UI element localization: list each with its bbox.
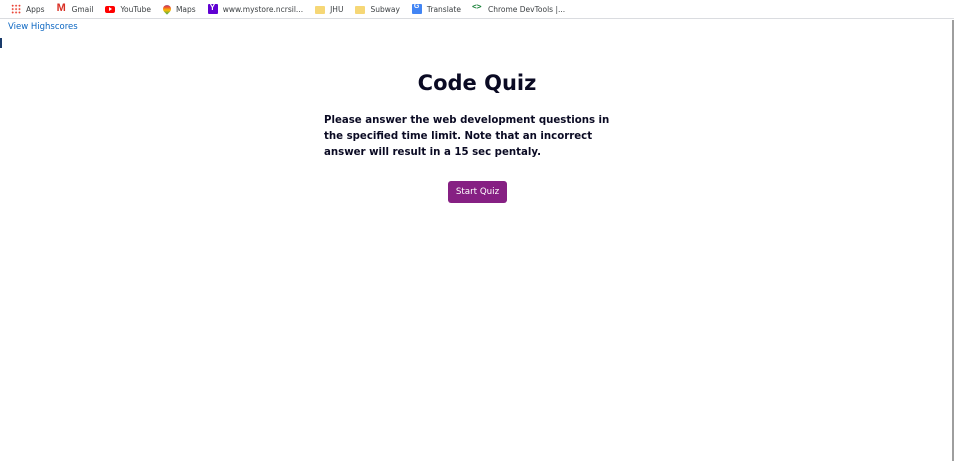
bookmark-maps[interactable]: Maps [161,3,196,15]
quiz-instructions: Please answer the web development questi… [324,115,610,158]
youtube-icon [105,5,116,13]
bookmark-youtube[interactable]: YouTube [105,5,151,14]
folder-icon [315,5,326,14]
bookmark-jhu[interactable]: JHU [315,5,343,14]
view-highscores-link[interactable]: View Highscores [8,22,78,32]
page-title: Code Quiz [417,71,537,95]
bookmark-apps[interactable]: Apps [11,4,45,14]
gmail-icon [57,2,67,14]
bookmark-gmail[interactable]: Gmail [57,2,94,14]
bookmark-subway[interactable]: Subway [355,4,400,14]
bookmark-label: Translate [426,4,461,14]
yahoo-icon [207,3,218,14]
devtools-icon [472,2,483,14]
apps-grid-icon [11,4,21,14]
start-quiz-button[interactable]: Start Quiz [448,181,507,203]
bookmarks-bar: Apps Gmail YouTube Maps www.mystore.ncrs… [0,0,954,19]
bookmark-label: Chrome DevTools |... [487,4,566,14]
bookmark-label: Maps [175,4,196,14]
maps-pin-icon [161,3,173,15]
bookmark-label: YouTube [120,4,151,14]
quiz-start-panel: Code Quiz Please answer the web developm… [0,0,954,461]
bookmark-translate[interactable]: Translate [411,3,461,14]
folder-icon [355,5,366,14]
bookmark-label: Gmail [71,4,94,14]
bookmark-label: JHU [330,4,344,14]
translate-icon [411,3,422,14]
window-edge [0,38,2,48]
bookmark-mystore[interactable]: www.mystore.ncrsil... [207,3,304,14]
bookmark-devtools[interactable]: Chrome DevTools |... [472,2,566,14]
bookmark-label: Subway [370,4,400,14]
bookmark-label: www.mystore.ncrsil... [222,4,304,14]
bookmark-label: Apps [26,4,45,14]
